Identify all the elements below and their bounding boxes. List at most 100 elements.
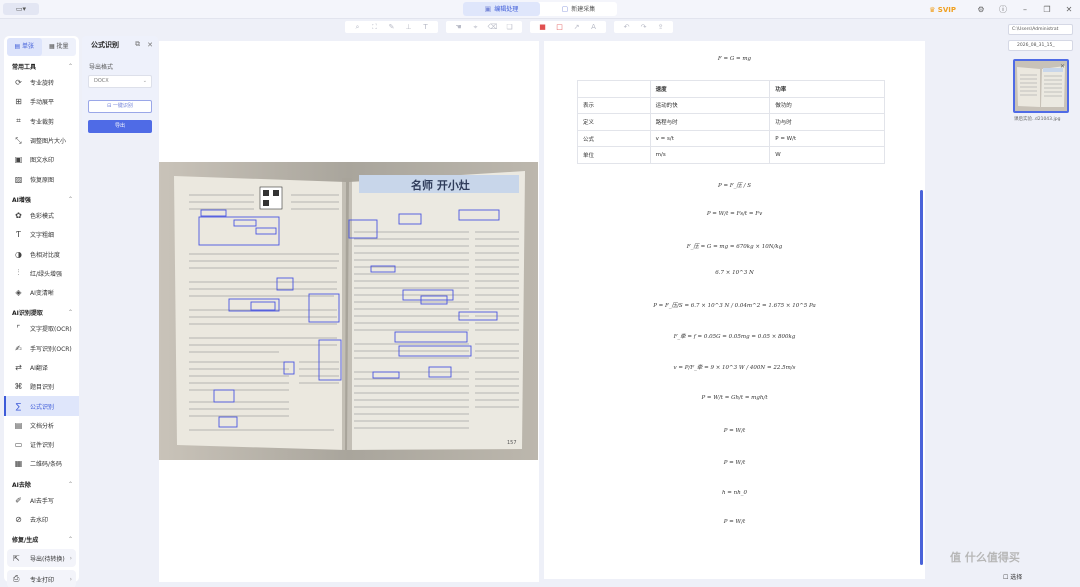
export-button[interactable]: ⇱ 导出(待转换) › [7,549,76,568]
chevron-right-icon: › [69,554,72,562]
ruler-icon[interactable]: ⊥ [400,23,417,31]
sidebar-item-flatten[interactable]: ⊞ 手动展平 [4,92,79,111]
hand-icon[interactable]: ☚ [450,23,467,31]
tab-batch[interactable]: ▦ 批量 [42,38,77,56]
sidebar-item-question[interactable]: ⌘ 题目识别 [4,377,79,396]
outline-square-icon[interactable]: □ [551,23,568,31]
minimize-icon[interactable]: – [1014,5,1036,14]
sidebar-item-label: 色相对比度 [30,251,61,259]
table-cell: P = W/t [769,129,885,148]
text-box-icon[interactable]: A [585,23,602,31]
tab-edit[interactable]: ▣ 编辑处理 [463,2,540,16]
text-icon[interactable]: T [417,23,434,31]
document-photo[interactable]: 名师 开小灶 157 [159,162,538,460]
sidebar-item-color-mode[interactable]: ✿ 色彩模式 [4,206,79,225]
settings-icon[interactable]: ⚙ [970,5,992,14]
eraser-icon[interactable]: ⌫ [484,23,501,31]
fit-icon[interactable]: ⛶ [366,23,383,32]
sidebar-item-handwriting[interactable]: ✍ 手写识别(OCR) [4,339,79,358]
popout-icon[interactable]: ⧉ [135,40,140,49]
sidebar-item-label: 专业旋转 [30,80,55,88]
redo-icon[interactable]: ↷ [635,23,652,31]
contrast-icon: ◑ [15,249,22,259]
result-scrollbar[interactable] [920,190,923,565]
sidebar-item-crop[interactable]: ⌗ 专业裁剪 [4,112,79,131]
print-button[interactable]: ⎙ 专业打印 › [7,570,76,587]
sidebar-item-erase-handwriting[interactable]: ✐ AI去手写 [4,491,79,510]
sidebar-item-label: 证件识别 [30,442,55,450]
mode-tabs: ▣ 编辑处理 ▢ 新建采集 [463,2,617,16]
sidebar-item-ocr[interactable]: ⌜ 文字提取(OCR) [4,319,79,338]
sidebar-item-restore[interactable]: ▨ 恢复原图 [4,169,79,188]
sidebar-item-translate[interactable]: ⇄ AI翻译 [4,358,79,377]
export-icon: ⇱ [13,553,20,563]
path-field[interactable]: C:\Users\Administrat [1008,24,1073,35]
sidebar-item-contrast[interactable]: ◑ 色相对比度 [4,244,79,263]
section-common-tools[interactable]: 常用工具 ⌃ [4,60,79,73]
folder-label: 2026_08_31_15_ [1017,43,1055,48]
close-icon[interactable]: ✕ [1058,5,1080,14]
section-ai-enhance[interactable]: AI增强 ⌃ [4,193,79,206]
arrow-icon[interactable]: ↗ [568,23,585,31]
tab-single[interactable]: ▤ 单张 [7,38,42,56]
sidebar-item-sharpen[interactable]: ◈ AI变清晰 [4,283,79,302]
search-icon[interactable]: ⌕ [349,23,366,32]
svip-badge[interactable]: ♛ SVIP [929,6,956,14]
source-page: 名师 开小灶 157 [159,41,539,582]
table-cell: 表示 [577,96,651,115]
section-ai-recognition[interactable]: AI识别提取 ⌃ [4,306,79,319]
undo-icon[interactable]: ↶ [618,23,635,31]
formula-line: v = P/F_牵 = 9 × 10^3 W / 400N = 22.5m/s [673,365,796,371]
sidebar-item-watermark[interactable]: ▣ 图文水印 [4,150,79,169]
banner-title: 名师 开小灶 [411,178,470,192]
export-confirm-button[interactable]: 导出 [88,120,152,133]
formula-line: 6.7 × 10^3 N [715,270,754,276]
sidebar-item-id-card[interactable]: ▭ 证件识别 [4,435,79,454]
sidebar-item-enhance[interactable]: ⫶ 红/绿头增强 [4,264,79,283]
thumbnail-name: 课后实验..d21043.jpg [1014,117,1061,122]
tag-icon[interactable]: ⌖ [467,23,484,32]
app-menu-button[interactable]: ▭▾ [3,3,39,15]
sidebar-item-formula[interactable]: ∑ 公式识别 [4,396,79,416]
delete-thumbnail-icon[interactable]: ✕ [1060,63,1065,70]
formula-line: P = W/t = Fs/t = Fv [706,211,763,217]
table-cell: 运动的快 [649,96,771,115]
tab-new-capture[interactable]: ▢ 新建采集 [540,2,617,16]
export-format-label: 导出格式 [89,64,114,71]
toolbar-group-annotate: ■ □ ↗ A [530,21,606,33]
maximize-icon[interactable]: ❐ [1036,5,1058,14]
table-cell: W [769,146,885,164]
red-square-icon[interactable]: ■ [534,23,551,31]
edit-toolbar: ⌕ ⛶ ✎ ⊥ T ☚ ⌖ ⌫ ❏ ■ □ ↗ A ↶ ↷ ⇪ [345,21,735,33]
brush-icon[interactable]: ✎ [383,23,400,31]
sidebar-item-label: 手写识别(OCR) [30,345,72,353]
handwriting-icon: ✍ [15,343,22,353]
recognize-button[interactable]: ⊟ 一键识别 [88,100,152,113]
select-all-checkbox[interactable]: ☐ 选择 [1003,572,1022,581]
share-icon[interactable]: ⇪ [652,23,669,31]
section-ai-remove[interactable]: AI去除 ⌃ [4,478,79,491]
chevron-up-icon: ⌃ [67,309,73,317]
sidebar-item-remove-watermark[interactable]: ⊘ 去水印 [4,510,79,529]
copy-icon[interactable]: ❏ [501,23,518,31]
sidebar-item-doc-analysis[interactable]: ▤ 文档分析 [4,416,79,435]
toolbar-group-tools: ☚ ⌖ ⌫ ❏ [446,21,522,33]
help-icon[interactable]: ⓘ [992,4,1014,15]
folder-select[interactable]: 2026_08_31_15_ [1008,40,1073,51]
thumbnail-image[interactable]: ✕ [1013,59,1069,113]
toolbar-group-view: ⌕ ⛶ ✎ ⊥ T [345,21,438,33]
sidebar-item-resize[interactable]: ⤡ 调整图片大小 [4,131,79,150]
format-select[interactable]: DOCX ⌄ [88,75,152,88]
sidebar-item-label: AI翻译 [30,365,48,372]
formula-line: P = W/t = Gh/t = mgh/t [701,395,768,401]
chevron-down-icon: ⌄ [142,78,147,84]
restore-icon: ▨ [14,174,23,184]
result-table: 速度 功率 表示 运动的快 做功的 定义 路程与时 功与时 公式 v = s/t… [577,80,885,164]
section-repair-generate[interactable]: 修复/生成 ⌃ [4,533,79,546]
sidebar-item-rotate[interactable]: ⟳ 专业旋转 [4,73,79,92]
table-cell [577,80,651,98]
sidebar-item-text-weight[interactable]: Ƭ 文字粗细 [4,225,79,244]
close-panel-icon[interactable]: ✕ [147,41,153,49]
sidebar-item-label: 公式识别 [30,403,55,411]
sidebar-item-qrcode[interactable]: ▦ 二维码/条码 [4,454,79,473]
